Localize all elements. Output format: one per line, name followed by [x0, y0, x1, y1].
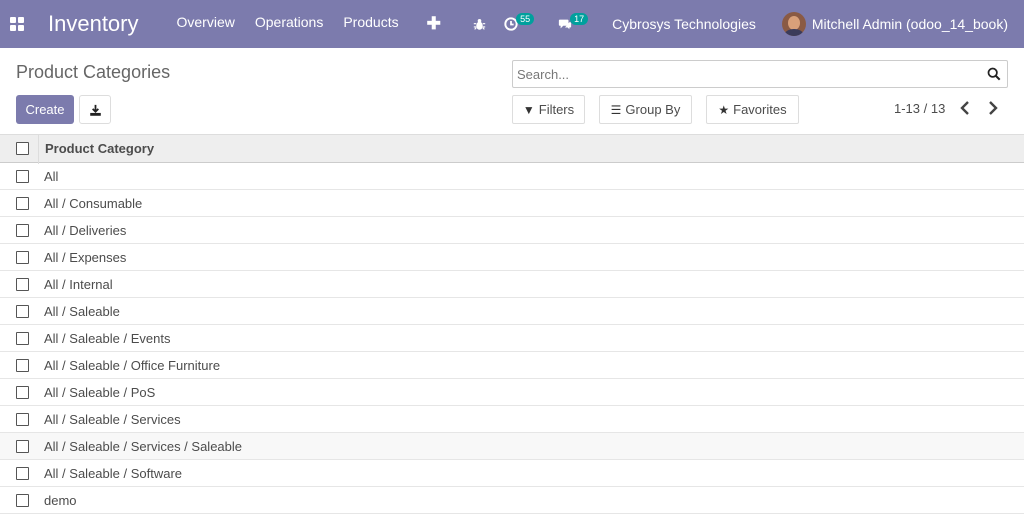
category-name-cell: All / Saleable / Office Furniture — [44, 357, 221, 373]
chevron-left-icon — [960, 101, 969, 115]
column-header-product-category[interactable]: Product Category — [45, 141, 154, 156]
favorites-label: Favorites — [733, 102, 787, 117]
category-name-cell: All / Deliveries — [44, 222, 127, 238]
category-name-cell: All / Saleable / Software — [44, 465, 183, 481]
row-checkbox[interactable] — [16, 439, 29, 453]
table-row[interactable]: All / Saleable / Software — [0, 460, 1024, 487]
menu-overview[interactable]: Overview — [177, 14, 235, 34]
main-menu: Overview Operations Products ✚ — [177, 14, 441, 34]
row-checkbox[interactable] — [16, 466, 29, 480]
table-row[interactable]: All / Saleable / Events — [0, 325, 1024, 352]
category-name-cell: All / Expenses — [44, 249, 127, 265]
row-checkbox[interactable] — [16, 169, 29, 183]
download-icon — [90, 104, 101, 116]
table-row[interactable]: All — [0, 163, 1024, 190]
select-all-checkbox[interactable] — [16, 142, 29, 155]
table-body: All All / Consumable All / Deliveries All /… — [0, 163, 1024, 514]
menu-products[interactable]: Products — [343, 14, 398, 34]
category-name-cell: demo — [44, 492, 77, 508]
messages-button[interactable]: 17 — [558, 13, 590, 31]
row-checkbox[interactable] — [16, 277, 29, 291]
user-menu[interactable]: Mitchell Admin (odoo_14_book) — [812, 16, 1008, 32]
search-icon[interactable] — [987, 67, 1001, 81]
table-header: Product Category — [0, 134, 1024, 164]
table-row[interactable]: All / Internal — [0, 271, 1024, 298]
row-checkbox[interactable] — [16, 385, 29, 399]
table-row[interactable]: All / Saleable / Office Furniture — [0, 352, 1024, 379]
top-navbar: Inventory Overview Operations Products ✚… — [0, 0, 1024, 48]
messages-badge: 17 — [570, 13, 589, 25]
activity-badge: 55 — [516, 13, 535, 25]
user-avatar[interactable] — [781, 12, 806, 36]
group-by-button[interactable]: ☰ Group By — [599, 95, 692, 124]
row-checkbox[interactable] — [16, 493, 29, 507]
pager-value[interactable]: 1-13 / 13 — [894, 101, 945, 116]
group-by-label: Group By — [625, 102, 681, 117]
plus-icon[interactable]: ✚ — [427, 14, 441, 34]
table-row[interactable]: All / Saleable / Services — [0, 406, 1024, 433]
row-checkbox[interactable] — [16, 196, 29, 210]
search-input[interactable] — [513, 61, 973, 87]
table-row[interactable]: All / Expenses — [0, 244, 1024, 271]
debug-bug-icon[interactable] — [473, 18, 486, 31]
chevron-right-icon — [989, 101, 998, 115]
row-checkbox[interactable] — [16, 331, 29, 345]
table-row[interactable]: All / Consumable — [0, 190, 1024, 217]
row-checkbox[interactable] — [16, 223, 29, 237]
create-button[interactable]: Create — [16, 95, 74, 124]
table-row[interactable]: All / Deliveries — [0, 217, 1024, 244]
table-row[interactable]: demo — [0, 487, 1024, 514]
favorites-button[interactable]: ★ Favorites — [706, 95, 799, 124]
filter-icon: ▼ — [522, 102, 535, 117]
category-name-cell: All / Saleable / Services / Saleable — [44, 438, 242, 454]
list-icon: ☰ — [610, 102, 622, 117]
app-title[interactable]: Inventory — [48, 11, 139, 37]
table-row[interactable]: All / Saleable / Services / Saleable — [0, 433, 1024, 460]
activity-button[interactable]: 55 — [504, 13, 536, 31]
category-name-cell: All — [44, 168, 59, 184]
search-box — [512, 60, 1008, 88]
table-row[interactable]: All / Saleable — [0, 298, 1024, 325]
table-row[interactable]: All / Saleable / PoS — [0, 379, 1024, 406]
export-button[interactable] — [79, 95, 111, 124]
row-checkbox[interactable] — [16, 358, 29, 372]
row-checkbox[interactable] — [16, 304, 29, 318]
row-checkbox[interactable] — [16, 250, 29, 264]
pager-previous[interactable] — [958, 99, 972, 117]
menu-operations[interactable]: Operations — [255, 14, 323, 34]
category-name-cell: All / Saleable / Events — [44, 330, 171, 346]
star-icon: ★ — [718, 102, 730, 117]
pager-next[interactable] — [986, 99, 1000, 117]
apps-menu-icon[interactable] — [10, 17, 24, 31]
category-name-cell: All / Saleable / Services — [44, 411, 181, 427]
category-name-cell: All / Internal — [44, 276, 113, 292]
row-checkbox[interactable] — [16, 412, 29, 426]
category-list-table: Product Category All All / Consumable All … — [0, 134, 1024, 514]
filters-button[interactable]: ▼ Filters — [512, 95, 585, 124]
navbar-right: 55 17 Cybrosys Technologies Mitchell Adm… — [473, 0, 1024, 48]
category-name-cell: All / Saleable / PoS — [44, 384, 156, 400]
company-switcher[interactable]: Cybrosys Technologies — [612, 16, 756, 32]
category-name-cell: All / Consumable — [44, 195, 143, 211]
category-name-cell: All / Saleable — [44, 303, 120, 319]
filters-label: Filters — [538, 102, 575, 117]
page-title: Product Categories — [16, 62, 171, 82]
